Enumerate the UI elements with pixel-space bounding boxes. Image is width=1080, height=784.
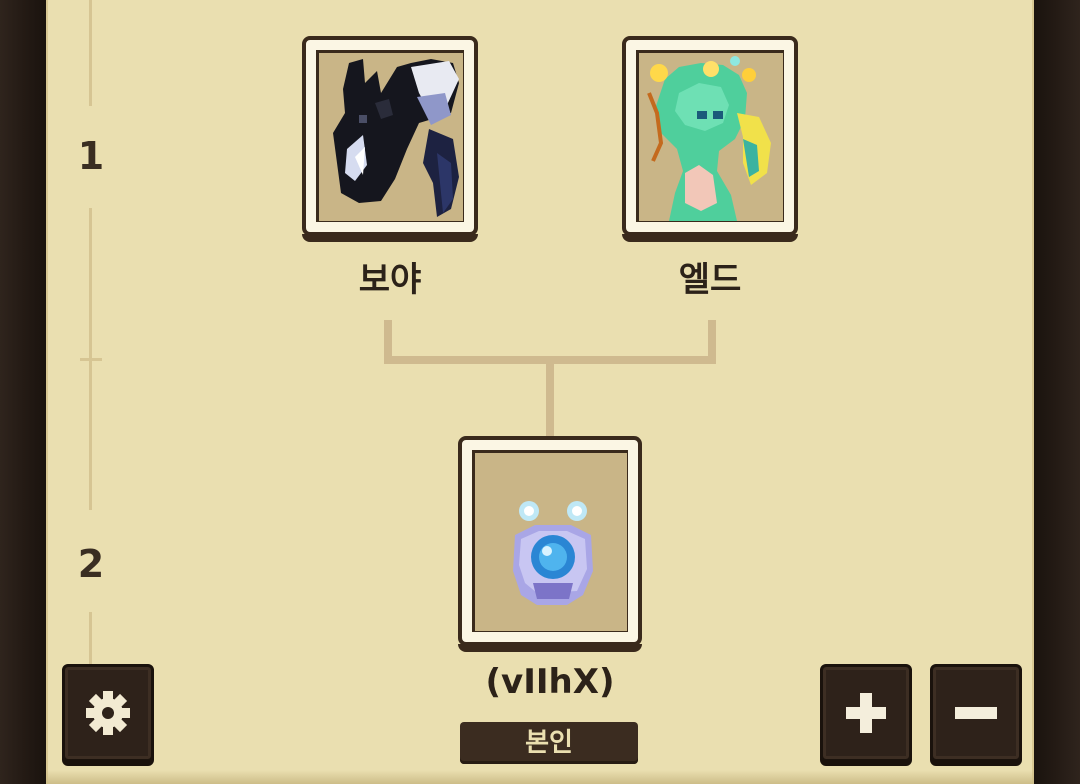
portrait-frame (316, 50, 464, 222)
right-frame (1034, 0, 1080, 784)
self-tag-label: 본인 (525, 728, 573, 758)
generation-2-label: 2 (77, 542, 105, 586)
generation-divider (80, 358, 102, 361)
portrait-frame (472, 450, 628, 632)
green-dragon-icon (639, 53, 783, 221)
self-tag: 본인 (460, 722, 638, 764)
parent-name-2: 엘드 (678, 260, 742, 300)
panel-bottom-shade (46, 770, 1034, 784)
child-card[interactable] (458, 436, 642, 652)
card-shadow (458, 644, 642, 652)
generation-axis (89, 612, 92, 672)
plus-icon (846, 693, 886, 733)
gear-icon (86, 691, 130, 735)
black-dragon-icon (319, 53, 463, 221)
parent-card-1[interactable] (302, 36, 478, 242)
family-tree-panel[interactable]: 1 2 보야 엘드 (vIIhX) 본인 (46, 0, 1034, 784)
card-shadow (302, 234, 478, 242)
minus-icon (955, 707, 997, 719)
connector-down (546, 362, 554, 438)
portrait-frame (636, 50, 784, 222)
left-frame (0, 0, 46, 784)
zoom-in-button[interactable] (820, 664, 912, 762)
child-name: (vIIhX) (485, 662, 615, 702)
blue-egg-icon (475, 453, 627, 631)
parent-name-1: 보야 (358, 260, 422, 300)
settings-button[interactable] (62, 664, 154, 762)
generation-1-label: 1 (77, 134, 105, 178)
parent-card-2[interactable] (622, 36, 798, 242)
generation-axis (89, 0, 92, 106)
card-shadow (622, 234, 798, 242)
zoom-out-button[interactable] (930, 664, 1022, 762)
